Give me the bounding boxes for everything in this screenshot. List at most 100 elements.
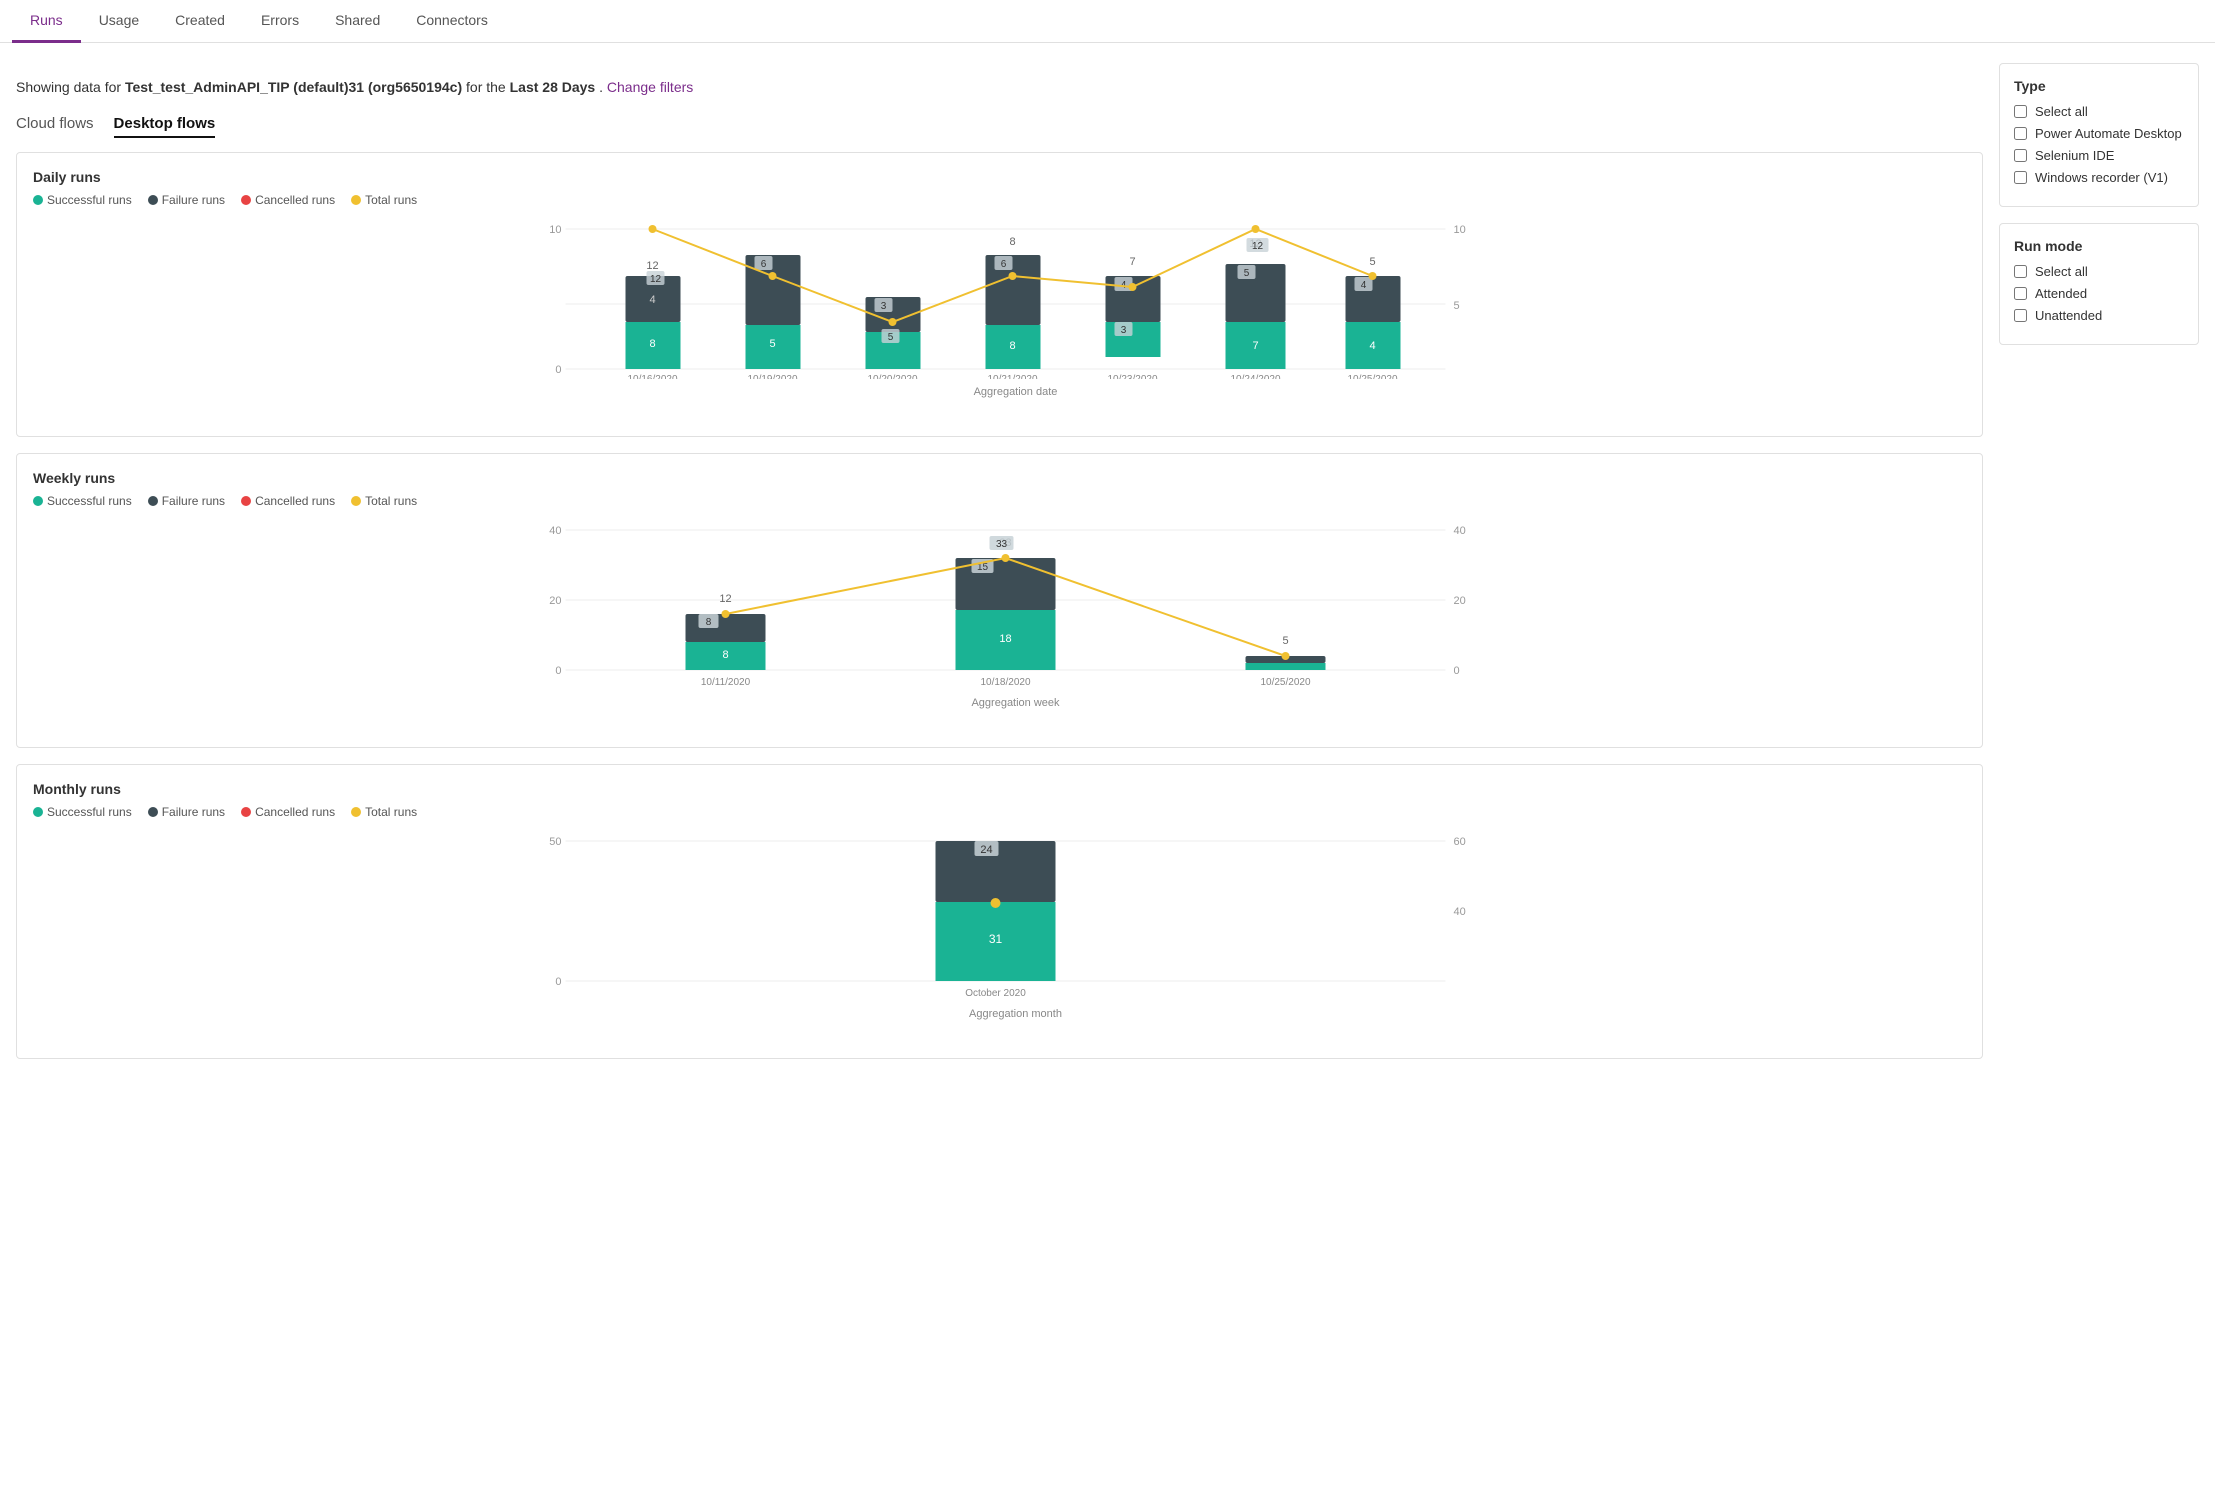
weekly-agg-label: Aggregation week — [65, 697, 1966, 709]
svg-text:3: 3 — [1121, 325, 1127, 336]
svg-text:40: 40 — [1454, 525, 1466, 537]
svg-text:8: 8 — [1009, 340, 1015, 352]
run-mode-unattended[interactable]: Unattended — [2014, 308, 2184, 323]
monthly-runs-legend: Successful runs Failure runs Cancelled r… — [33, 805, 1966, 819]
svg-text:60: 60 — [1454, 836, 1466, 848]
weekly-legend-cancelled: Cancelled runs — [241, 494, 335, 508]
svg-text:4: 4 — [1361, 280, 1367, 291]
sub-tabs: Cloud flows Desktop flows — [16, 115, 1983, 138]
svg-text:12: 12 — [646, 260, 658, 272]
svg-text:0: 0 — [555, 976, 561, 988]
run-mode-filter-title: Run mode — [2014, 238, 2184, 254]
sub-tab-desktop-flows[interactable]: Desktop flows — [114, 115, 216, 138]
info-prefix: Showing data for — [16, 79, 125, 95]
daily-runs-panel: Daily runs Successful runs Failure runs … — [16, 152, 1983, 437]
monthly-runs-chart-area: 50 0 60 40 24 31 October 2020 Aggregatio… — [33, 831, 1966, 1048]
svg-text:24: 24 — [980, 844, 992, 856]
svg-text:10/25/2020: 10/25/2020 — [1260, 677, 1310, 688]
svg-text:40: 40 — [549, 525, 561, 537]
daily-runs-svg: 10 0 10 5 4 8 12 12 10/16/2020 — [65, 219, 1966, 379]
monthly-runs-panel: Monthly runs Successful runs Failure run… — [16, 764, 1983, 1059]
run-mode-attended[interactable]: Attended — [2014, 286, 2184, 301]
svg-text:5: 5 — [1454, 300, 1460, 312]
type-pad-checkbox[interactable] — [2014, 127, 2027, 140]
tab-shared[interactable]: Shared — [317, 0, 398, 43]
svg-text:8: 8 — [706, 617, 712, 628]
weekly-runs-title: Weekly runs — [33, 470, 1966, 486]
svg-text:12: 12 — [719, 593, 731, 605]
svg-text:October 2020: October 2020 — [965, 988, 1026, 999]
svg-text:20: 20 — [549, 595, 561, 607]
type-select-all-checkbox[interactable] — [2014, 105, 2027, 118]
type-option-selenium[interactable]: Selenium IDE — [2014, 148, 2184, 163]
svg-text:6: 6 — [1001, 259, 1007, 270]
svg-text:33: 33 — [996, 539, 1008, 550]
svg-text:5: 5 — [1244, 268, 1250, 279]
svg-text:0: 0 — [1454, 665, 1460, 677]
svg-text:10/11/2020: 10/11/2020 — [701, 677, 751, 688]
svg-text:5: 5 — [888, 332, 894, 343]
svg-text:0: 0 — [555, 665, 561, 677]
legend-cancelled-runs: Cancelled runs — [241, 193, 335, 207]
svg-text:8: 8 — [722, 649, 728, 661]
legend-total-runs: Total runs — [351, 193, 417, 207]
type-selenium-checkbox[interactable] — [2014, 149, 2027, 162]
type-filter-panel: Type Select all Power Automate Desktop S… — [1999, 63, 2199, 207]
legend-failure-runs: Failure runs — [148, 193, 225, 207]
type-windows-checkbox[interactable] — [2014, 171, 2027, 184]
svg-text:10/23/2020: 10/23/2020 — [1107, 374, 1157, 379]
daily-agg-label: Aggregation date — [65, 386, 1966, 398]
svg-text:7: 7 — [1252, 340, 1258, 352]
info-bar: Showing data for Test_test_AdminAPI_TIP … — [16, 79, 1983, 95]
svg-text:40: 40 — [1454, 906, 1466, 918]
change-filters-link[interactable]: Change filters — [607, 79, 693, 95]
svg-text:5: 5 — [1282, 635, 1288, 647]
svg-text:10: 10 — [1454, 224, 1466, 236]
type-option-windows[interactable]: Windows recorder (V1) — [2014, 170, 2184, 185]
svg-text:8: 8 — [649, 338, 655, 350]
svg-text:5: 5 — [1369, 256, 1375, 268]
run-mode-unattended-checkbox[interactable] — [2014, 309, 2027, 322]
tab-errors[interactable]: Errors — [243, 0, 317, 43]
type-select-all[interactable]: Select all — [2014, 104, 2184, 119]
svg-text:10/25/2020: 10/25/2020 — [1347, 374, 1397, 379]
legend-successful-runs: Successful runs — [33, 193, 132, 207]
svg-text:10/20/2020: 10/20/2020 — [867, 374, 917, 379]
monthly-legend-total: Total runs — [351, 805, 417, 819]
monthly-legend-failure: Failure runs — [148, 805, 225, 819]
tab-runs[interactable]: Runs — [12, 0, 81, 43]
type-option-pad[interactable]: Power Automate Desktop — [2014, 126, 2184, 141]
run-mode-select-all[interactable]: Select all — [2014, 264, 2184, 279]
sub-tab-cloud-flows[interactable]: Cloud flows — [16, 115, 94, 138]
monthly-runs-svg: 50 0 60 40 24 31 October 2020 — [65, 831, 1966, 1001]
svg-text:50: 50 — [549, 836, 561, 848]
info-middle: for the — [466, 79, 510, 95]
daily-runs-title: Daily runs — [33, 169, 1966, 185]
svg-text:18: 18 — [999, 633, 1011, 645]
run-mode-select-all-checkbox[interactable] — [2014, 265, 2027, 278]
run-mode-attended-checkbox[interactable] — [2014, 287, 2027, 300]
info-period: Last 28 Days — [510, 79, 596, 95]
svg-text:0: 0 — [555, 364, 561, 376]
svg-text:3: 3 — [881, 301, 887, 312]
daily-runs-legend: Successful runs Failure runs Cancelled r… — [33, 193, 1966, 207]
svg-text:5: 5 — [769, 338, 775, 350]
svg-text:6: 6 — [761, 259, 767, 270]
svg-text:12: 12 — [650, 274, 662, 285]
svg-text:10/19/2020: 10/19/2020 — [747, 374, 797, 379]
tab-created[interactable]: Created — [157, 0, 243, 43]
svg-text:10/24/2020: 10/24/2020 — [1230, 374, 1280, 379]
tab-usage[interactable]: Usage — [81, 0, 157, 43]
daily-runs-chart-area: 10 0 10 5 4 8 12 12 10/16/2020 — [33, 219, 1966, 426]
monthly-agg-label: Aggregation month — [65, 1008, 1966, 1020]
info-env-name: Test_test_AdminAPI_TIP (default)31 (org5… — [125, 79, 462, 95]
weekly-legend-failure: Failure runs — [148, 494, 225, 508]
svg-text:10/16/2020: 10/16/2020 — [627, 374, 677, 379]
nav-tabs: Runs Usage Created Errors Shared Connect… — [0, 0, 2215, 43]
monthly-legend-successful: Successful runs — [33, 805, 132, 819]
svg-text:20: 20 — [1454, 595, 1466, 607]
weekly-legend-total: Total runs — [351, 494, 417, 508]
tab-connectors[interactable]: Connectors — [398, 0, 506, 43]
type-filter-title: Type — [2014, 78, 2184, 94]
weekly-legend-successful: Successful runs — [33, 494, 132, 508]
